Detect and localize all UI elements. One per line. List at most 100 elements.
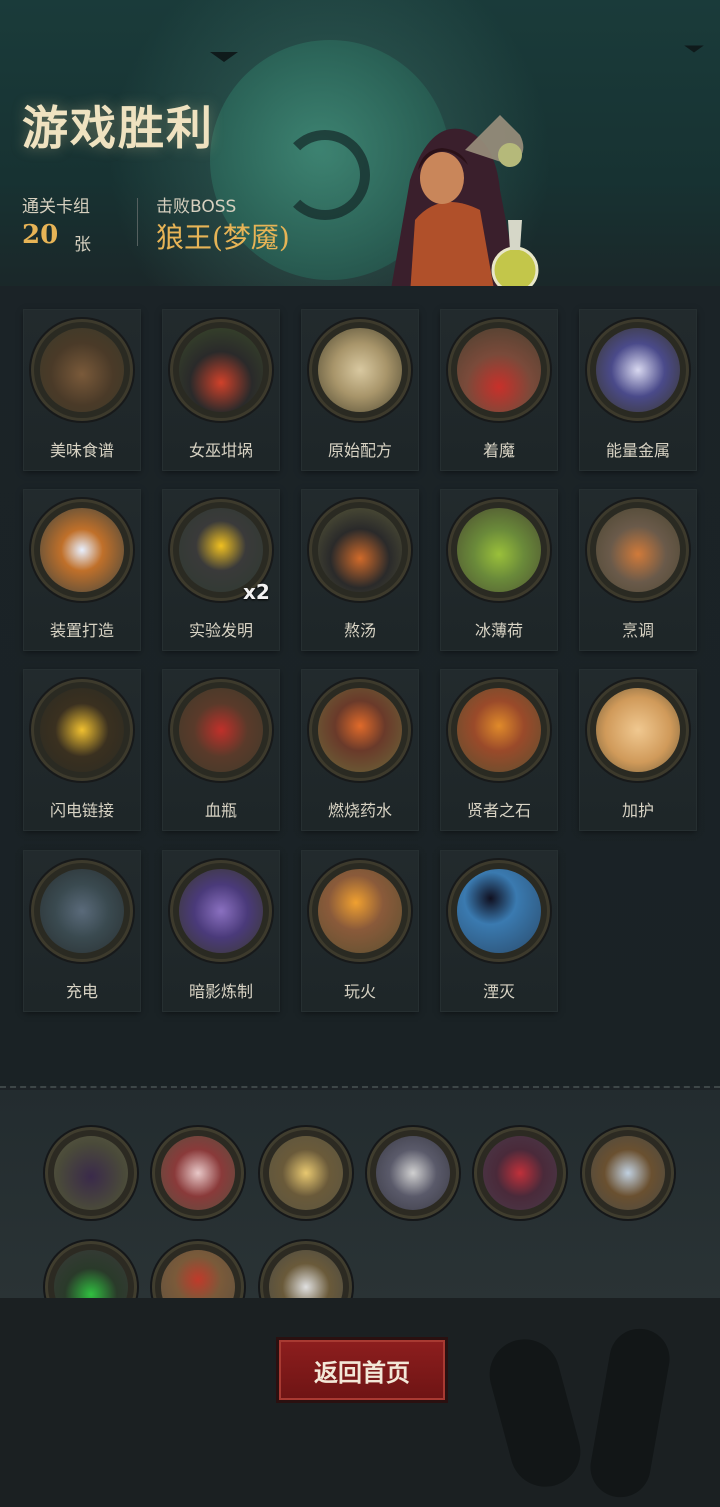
card-label: 原始配方 [327, 441, 392, 460]
bat-icon [684, 45, 704, 53]
relic-6[interactable] [585, 1130, 671, 1216]
card-label: 烹调 [621, 621, 654, 640]
card-label: 美味食谱 [49, 441, 114, 460]
mint-drink-icon [457, 508, 541, 592]
cleared-decks-unit: 张 [74, 235, 91, 255]
footer-decoration [585, 1324, 675, 1502]
card-label: 能量金属 [605, 441, 670, 460]
card-label: 冰薄荷 [474, 621, 523, 640]
card-art-frame [34, 322, 130, 418]
card-art-frame [312, 502, 408, 598]
card-art-frame [451, 502, 547, 598]
philosopher-stone-icon [457, 688, 541, 772]
card-art-frame [34, 682, 130, 778]
twins-icon [161, 1136, 235, 1210]
card-label: 暗影炼制 [188, 982, 253, 1001]
energy-metal-icon [596, 328, 680, 412]
boss-label: 击败BOSS [156, 197, 237, 217]
card-label: 加护 [621, 801, 654, 820]
relic-4[interactable] [370, 1130, 456, 1216]
hourglass-icon [269, 1136, 343, 1210]
boss-name: 狼王(梦魇) [156, 221, 290, 254]
card-art-frame [590, 502, 686, 598]
card-art-frame [312, 682, 408, 778]
relic-5[interactable] [477, 1130, 563, 1216]
card-16[interactable]: 充电 [24, 851, 140, 1011]
card-11[interactable]: 闪电链接 [24, 670, 140, 830]
shield-blessing-icon [596, 688, 680, 772]
card-label: 湮灭 [482, 982, 515, 1001]
witch-cauldron-icon [179, 328, 263, 412]
card-5[interactable]: 能量金属 [580, 310, 696, 470]
card-4[interactable]: 着魔 [441, 310, 557, 470]
stats-divider [137, 198, 138, 246]
device-forge-icon [40, 508, 124, 592]
scroll-icon [318, 328, 402, 412]
card-2[interactable]: 女巫坩埚 [163, 310, 279, 470]
card-15[interactable]: 加护 [580, 670, 696, 830]
cleared-decks-value: 20 [22, 220, 59, 250]
relic-1[interactable] [48, 1130, 134, 1216]
lightning-icon [40, 688, 124, 772]
return-home-button[interactable]: 返回首页 [279, 1340, 445, 1400]
soup-pot-icon [318, 508, 402, 592]
relic-2[interactable] [155, 1130, 241, 1216]
charge-icon [40, 869, 124, 953]
fox-cook-icon [596, 508, 680, 592]
card-12[interactable]: 血瓶 [163, 670, 279, 830]
card-8[interactable]: 熬汤 [302, 490, 418, 650]
card-label: 燃烧药水 [327, 801, 392, 820]
card-17[interactable]: 暗影炼制 [163, 851, 279, 1011]
card-label: 装置打造 [49, 621, 114, 640]
relic-3[interactable] [263, 1130, 349, 1216]
footer-bar [0, 1298, 720, 1507]
bat-icon [210, 52, 238, 62]
card-label: 女巫坩埚 [188, 441, 253, 460]
card-art-frame [451, 682, 547, 778]
card-art-frame [312, 863, 408, 959]
recipe-book-icon [40, 328, 124, 412]
card-label: 充电 [65, 982, 98, 1001]
card-label: 贤者之石 [466, 801, 531, 820]
card-art-frame [34, 863, 130, 959]
card-art-frame [451, 322, 547, 418]
rabbit-coins-icon [591, 1136, 665, 1210]
card-label: 熬汤 [343, 621, 376, 640]
card-label: 玩火 [343, 982, 376, 1001]
card-label: 实验发明 [188, 621, 253, 640]
card-art-frame [173, 682, 269, 778]
card-label: 闪电链接 [49, 801, 114, 820]
footer-decoration [481, 1331, 589, 1495]
section-divider [0, 1086, 720, 1088]
card-art-frame [173, 322, 269, 418]
possessed-man-icon [457, 328, 541, 412]
card-13[interactable]: 燃烧药水 [302, 670, 418, 830]
vampire-icon [483, 1136, 557, 1210]
card-art-frame [590, 322, 686, 418]
annihilation-icon [457, 869, 541, 953]
card-7[interactable]: x2 实验发明 [163, 490, 279, 650]
card-art-frame [173, 863, 269, 959]
fire-play-icon [318, 869, 402, 953]
card-9[interactable]: 冰薄荷 [441, 490, 557, 650]
victory-title: 游戏胜利 [22, 101, 214, 155]
card-label: 着魔 [482, 441, 515, 460]
card-19[interactable]: 湮灭 [441, 851, 557, 1011]
witch-character-illustration [390, 115, 539, 295]
pirate-sword-icon [376, 1136, 450, 1210]
fire-potion-icon [318, 688, 402, 772]
card-6[interactable]: 装置打造 [24, 490, 140, 650]
card-18[interactable]: 玩火 [302, 851, 418, 1011]
card-10[interactable]: 烹调 [580, 490, 696, 650]
card-3[interactable]: 原始配方 [302, 310, 418, 470]
card-1[interactable]: 美味食谱 [24, 310, 140, 470]
card-art-frame [34, 502, 130, 598]
card-art-frame [590, 682, 686, 778]
card-art-frame [451, 863, 547, 959]
spiral-decoration [280, 130, 370, 220]
shadow-alchemy-icon [179, 869, 263, 953]
dark-cloak-icon [54, 1136, 128, 1210]
blood-bottle-icon [179, 688, 263, 772]
card-label: 血瓶 [204, 801, 237, 820]
card-14[interactable]: 贤者之石 [441, 670, 557, 830]
